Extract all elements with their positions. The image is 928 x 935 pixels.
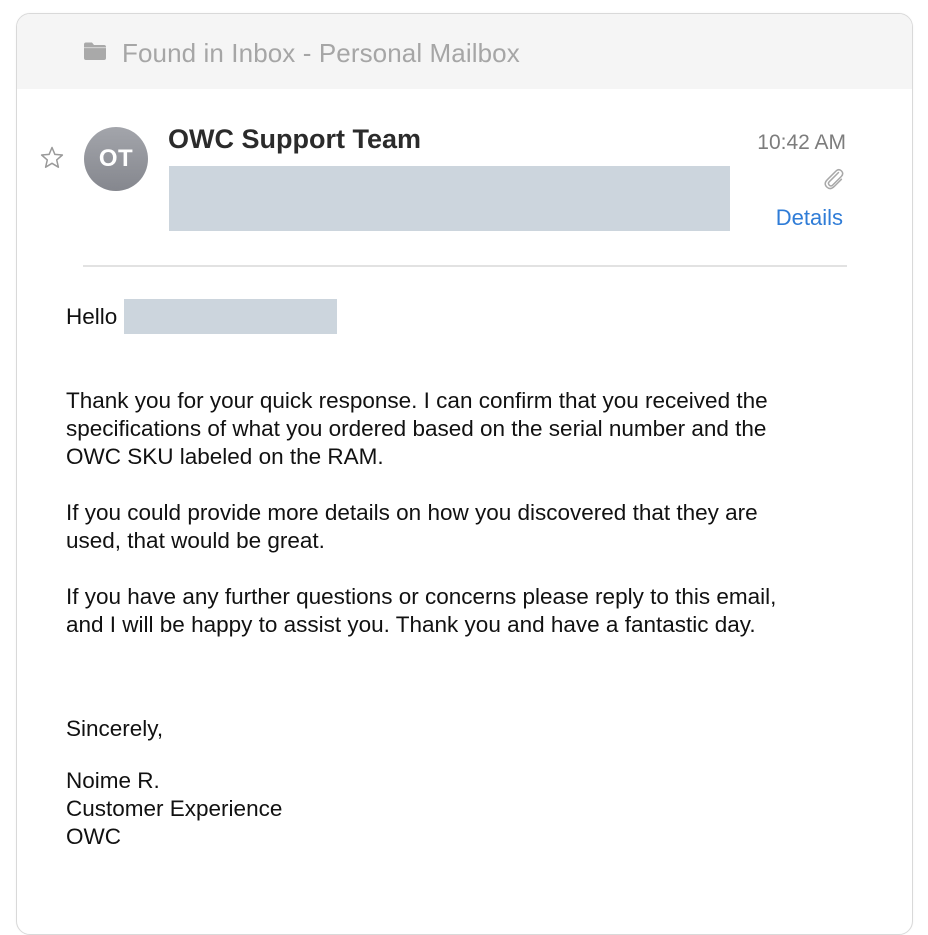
redacted-recipient-name [124,299,337,334]
signature-name: Noime R. [66,768,160,793]
body-line: OWC SKU labeled on the RAM. [66,444,384,469]
found-in-label[interactable]: Found in Inbox - Personal Mailbox [122,38,520,69]
greeting: Hello [66,304,118,329]
body-line: If you could provide more details on how… [66,500,758,525]
details-link[interactable]: Details [776,205,843,231]
body-line: Thank you for your quick response. I can… [66,388,768,413]
redacted-recipients [169,166,730,231]
paperclip-icon [824,168,844,190]
folder-icon [84,42,106,60]
email-message-card: Found in Inbox - Personal Mailbox OT OWC… [16,13,913,935]
body-line: specifications of what you ordered based… [66,416,767,441]
message-time: 10:42 AM [757,131,846,154]
avatar: OT [84,127,148,191]
header-divider [83,265,847,267]
body-line: used, that would be great. [66,528,325,553]
signature-title: Customer Experience [66,796,283,821]
sender-name[interactable]: OWC Support Team [168,124,421,155]
body-line: If you have any further questions or con… [66,584,777,609]
signature-company: OWC [66,824,121,849]
closing: Sincerely, [66,716,164,741]
star-icon[interactable] [39,145,65,171]
avatar-initials: OT [98,145,134,172]
body-line: and I will be happy to assist you. Thank… [66,612,756,637]
found-in-mailbox-bar: Found in Inbox - Personal Mailbox [17,14,912,89]
